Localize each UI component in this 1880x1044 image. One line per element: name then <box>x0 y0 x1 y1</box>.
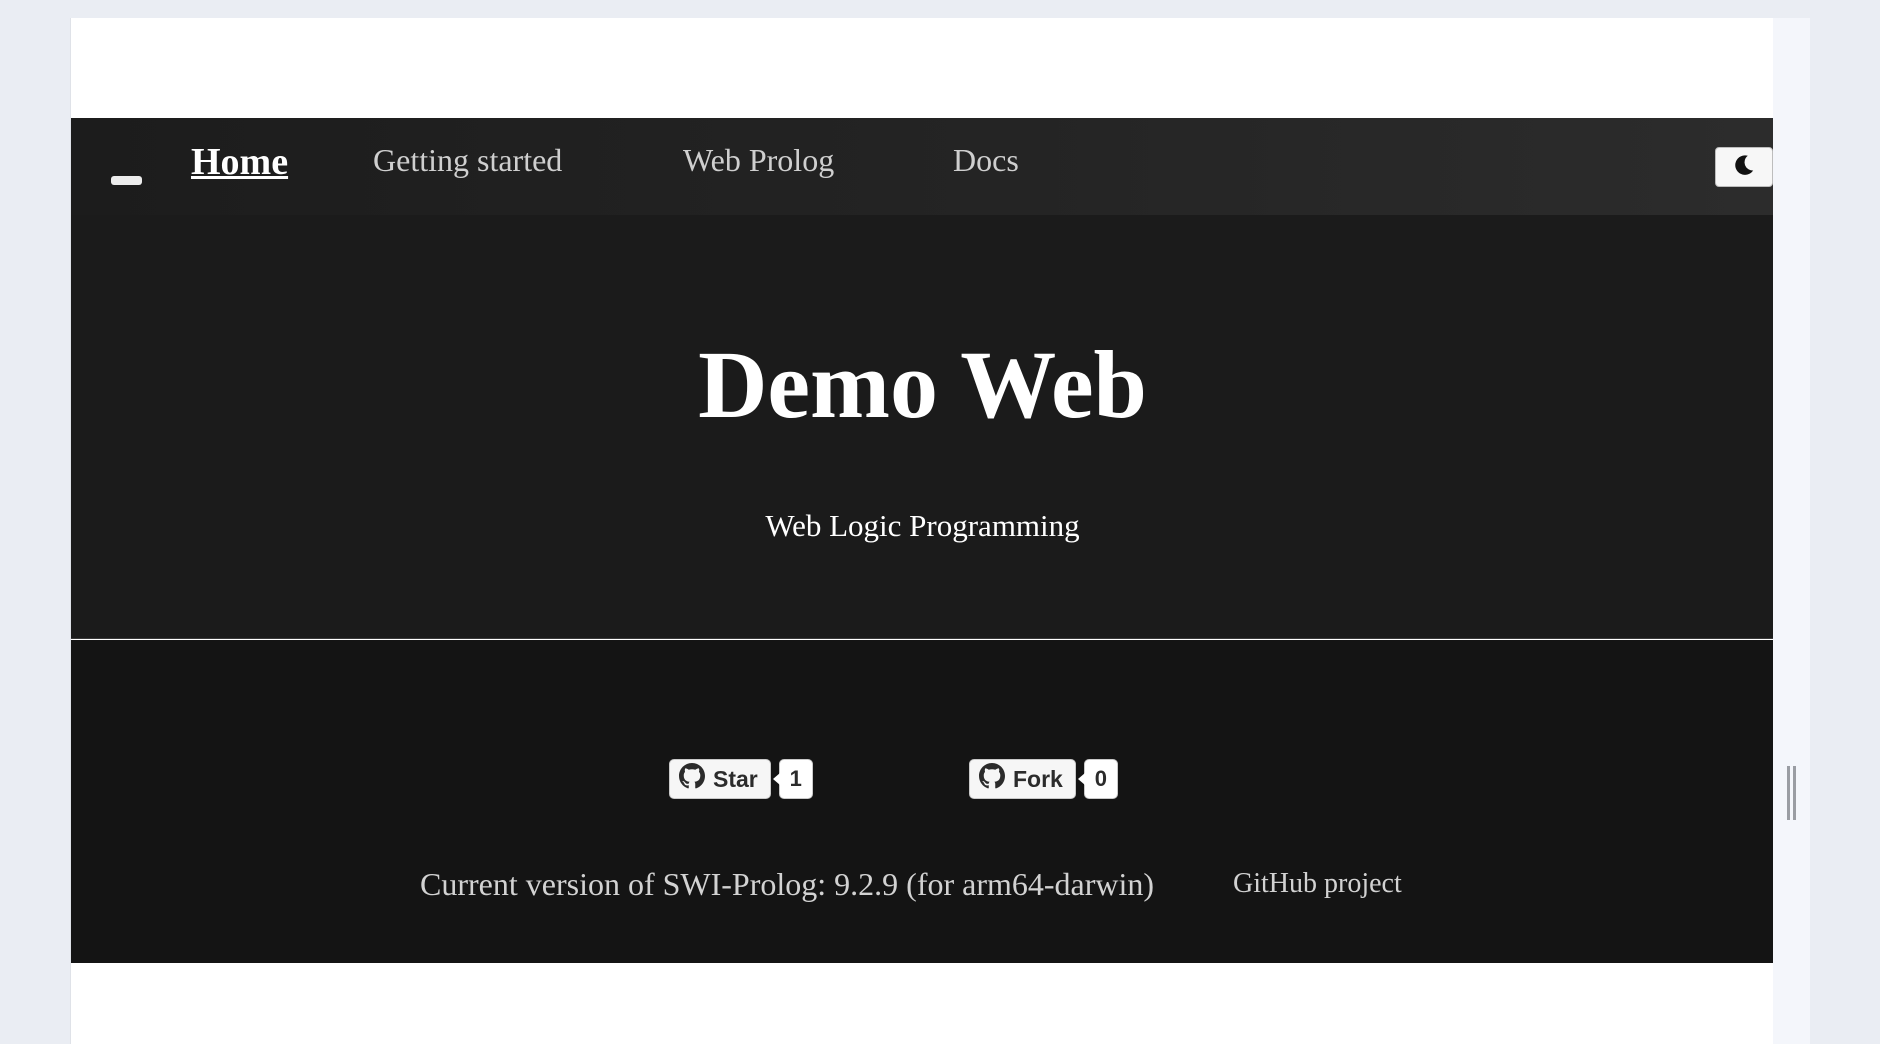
hero-section: Demo Web Web Logic Programming <box>71 215 1773 639</box>
footer: Star 1 Fork 0 Current version of SWI-Pro… <box>71 640 1773 963</box>
github-star-widget: Star 1 <box>669 759 813 799</box>
github-icon <box>679 763 705 795</box>
fork-label: Fork <box>1013 765 1063 792</box>
fork-count[interactable]: 0 <box>1077 759 1118 799</box>
star-label: Star <box>713 765 758 792</box>
right-side-panel <box>1773 18 1810 1044</box>
star-button[interactable]: Star <box>669 759 771 799</box>
swi-prolog-version: Current version of SWI-Prolog: 9.2.9 (fo… <box>420 866 1155 902</box>
minus-icon[interactable] <box>111 176 142 185</box>
navbar: Home Getting started Web Prolog Docs <box>71 118 1773 215</box>
theme-toggle-button[interactable] <box>1715 147 1773 187</box>
nav-item-web-prolog[interactable]: Web Prolog <box>683 142 834 179</box>
hero-subtitle: Web Logic Programming <box>765 508 1080 543</box>
github-project-link[interactable]: GitHub project <box>1233 868 1402 900</box>
nav-item-docs[interactable]: Docs <box>953 142 1019 179</box>
resize-handle[interactable] <box>1787 766 1796 820</box>
page-frame: Home Getting started Web Prolog Docs Dem… <box>70 18 1773 1044</box>
nav-item-home[interactable]: Home <box>191 140 288 184</box>
fork-button[interactable]: Fork <box>969 759 1076 799</box>
star-count[interactable]: 1 <box>772 759 813 799</box>
moon-icon <box>1731 152 1757 183</box>
hero-title: Demo Web <box>698 331 1147 438</box>
nav-item-getting-started[interactable]: Getting started <box>373 142 562 179</box>
github-icon <box>979 763 1005 795</box>
github-fork-widget: Fork 0 <box>969 759 1118 799</box>
